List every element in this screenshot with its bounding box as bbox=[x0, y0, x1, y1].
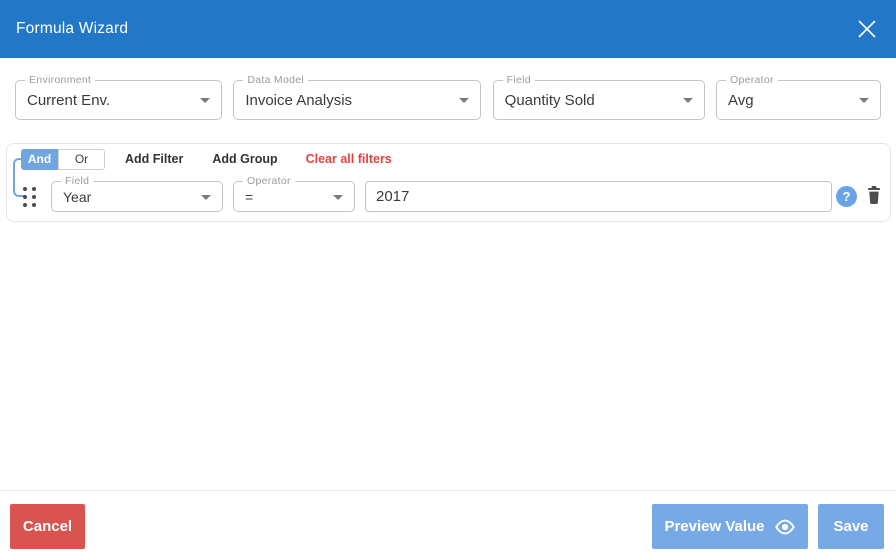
cancel-button[interactable]: Cancel bbox=[10, 504, 85, 549]
operator-select[interactable]: Operator Avg bbox=[715, 74, 881, 120]
data-model-select[interactable]: Data Model Invoice Analysis bbox=[233, 74, 482, 120]
preview-value-button[interactable]: Preview Value bbox=[652, 504, 808, 549]
environment-label: Environment bbox=[25, 74, 96, 86]
add-group-button[interactable]: Add Group bbox=[212, 152, 277, 166]
formula-wizard-dialog: Formula Wizard Environment Current Env. … bbox=[0, 0, 896, 560]
clear-all-filters-button[interactable]: Clear all filters bbox=[306, 152, 392, 166]
save-button[interactable]: Save bbox=[818, 504, 884, 549]
footer-divider bbox=[0, 490, 896, 491]
formula-selectors: Environment Current Env. Data Model Invo… bbox=[15, 74, 881, 120]
chevron-down-icon bbox=[858, 98, 869, 103]
filter-operator-label: Operator bbox=[243, 175, 295, 187]
help-icon[interactable]: ? bbox=[836, 186, 857, 207]
filter-field-label: Field bbox=[61, 175, 94, 187]
chevron-down-icon bbox=[682, 98, 693, 103]
environment-value: Current Env. bbox=[27, 91, 111, 109]
environment-select[interactable]: Environment Current Env. bbox=[15, 74, 222, 120]
logic-or-button[interactable]: Or bbox=[58, 148, 105, 170]
filter-value-input[interactable] bbox=[365, 181, 832, 212]
operator-value: Avg bbox=[727, 91, 754, 109]
chevron-down-icon bbox=[333, 194, 343, 200]
filter-field-value: Year bbox=[63, 188, 92, 205]
chevron-down-icon bbox=[201, 194, 211, 200]
trash-glyph bbox=[868, 186, 880, 205]
eye-icon bbox=[774, 519, 795, 534]
data-model-value: Invoice Analysis bbox=[245, 91, 353, 109]
close-x-glyph bbox=[858, 20, 876, 38]
chevron-down-icon bbox=[459, 98, 470, 103]
field-value: Quantity Sold bbox=[504, 91, 595, 109]
filter-toolbar: And Or Add Filter Add Group Clear all fi… bbox=[21, 148, 392, 170]
field-select[interactable]: Field Quantity Sold bbox=[492, 74, 705, 120]
data-model-label: Data Model bbox=[243, 74, 309, 86]
trash-icon[interactable] bbox=[865, 185, 883, 207]
dialog-header: Formula Wizard bbox=[0, 0, 896, 58]
filter-field-select[interactable]: Field Year bbox=[51, 175, 223, 212]
chevron-down-icon bbox=[200, 98, 210, 103]
filter-operator-value: = bbox=[245, 188, 254, 205]
field-label: Field bbox=[502, 74, 535, 86]
logic-and-button[interactable]: And bbox=[21, 148, 58, 170]
preview-value-label: Preview Value bbox=[664, 518, 765, 535]
operator-label: Operator bbox=[725, 74, 778, 86]
close-icon[interactable] bbox=[852, 14, 882, 44]
filter-builder: And Or Add Filter Add Group Clear all fi… bbox=[6, 143, 891, 222]
drag-handle-icon[interactable] bbox=[23, 187, 39, 210]
dialog-title: Formula Wizard bbox=[16, 20, 129, 37]
filter-operator-select[interactable]: Operator = bbox=[233, 175, 355, 212]
add-filter-button[interactable]: Add Filter bbox=[125, 152, 183, 166]
